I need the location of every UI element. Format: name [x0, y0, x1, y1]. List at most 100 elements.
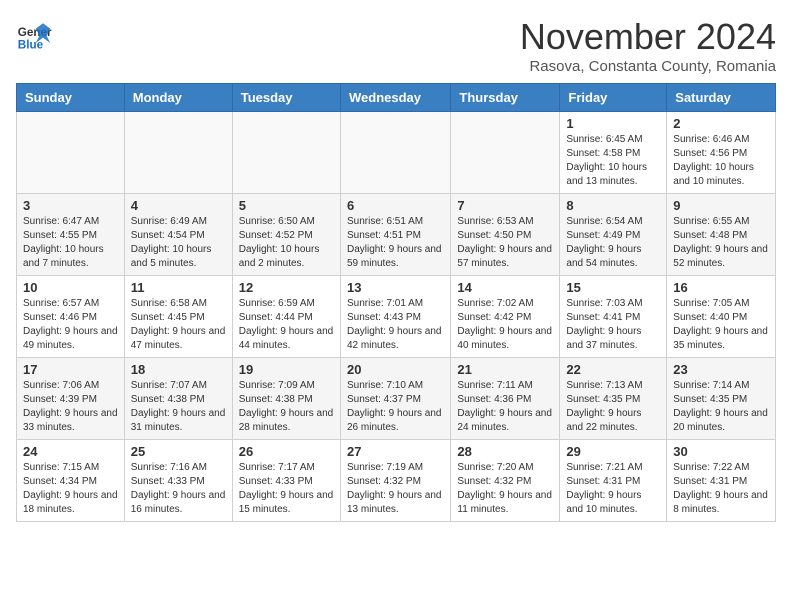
day-number: 20: [347, 362, 444, 377]
day-number: 11: [131, 280, 226, 295]
day-info: Sunrise: 6:47 AM Sunset: 4:55 PM Dayligh…: [23, 215, 118, 271]
calendar-cell: 4Sunrise: 6:49 AM Sunset: 4:54 PM Daylig…: [124, 194, 232, 276]
calendar-cell: 27 Sunrise: 7:19 AM Sunset: 4:32 PM Dayli…: [340, 440, 450, 522]
calendar-cell: 14 Sunrise: 7:02 AM Sunset: 4:42 PM Dayli…: [451, 276, 560, 358]
calendar-cell: 29 Sunrise: 7:21 AM Sunset: 4:31 PM Dayli…: [560, 440, 667, 522]
day-info: Sunrise: 7:05 AM Sunset: 4:40 PM Dayligh…: [673, 297, 769, 353]
calendar-cell: 15 Sunrise: 7:03 AM Sunset: 4:41 PM Dayli…: [560, 276, 667, 358]
day-number: 2: [673, 116, 769, 131]
calendar-week-row: 24 Sunrise: 7:15 AM Sunset: 4:34 PM Dayli…: [17, 440, 776, 522]
weekday-header-row: SundayMondayTuesdayWednesdayThursdayFrid…: [17, 84, 776, 112]
calendar-cell: 20 Sunrise: 7:10 AM Sunset: 4:37 PM Dayli…: [340, 358, 450, 440]
logo-icon: General Blue: [16, 16, 52, 52]
calendar-cell: 3 Sunrise: 6:47 AM Sunset: 4:55 PM Daylig…: [17, 194, 125, 276]
calendar-cell: 22 Sunrise: 7:13 AM Sunset: 4:35 PM Dayli…: [560, 358, 667, 440]
day-number: 17: [23, 362, 118, 377]
day-info: Sunrise: 7:16 AM Sunset: 4:33 PM Dayligh…: [131, 461, 226, 517]
day-number: 12: [239, 280, 334, 295]
day-info: Sunrise: 6:58 AM Sunset: 4:45 PM Dayligh…: [131, 297, 226, 353]
day-number: 29: [566, 444, 660, 459]
day-info: Sunrise: 6:54 AM Sunset: 4:49 PM Dayligh…: [566, 215, 660, 271]
calendar-week-row: 17 Sunrise: 7:06 AM Sunset: 4:39 PM Dayli…: [17, 358, 776, 440]
day-info: Sunrise: 7:02 AM Sunset: 4:42 PM Dayligh…: [457, 297, 553, 353]
calendar-cell: 28Sunrise: 7:20 AM Sunset: 4:32 PM Dayli…: [451, 440, 560, 522]
day-info: Sunrise: 7:19 AM Sunset: 4:32 PM Dayligh…: [347, 461, 444, 517]
day-number: 18: [131, 362, 226, 377]
day-number: 19: [239, 362, 334, 377]
day-number: 24: [23, 444, 118, 459]
weekday-header: Thursday: [451, 84, 560, 112]
calendar-cell: 17 Sunrise: 7:06 AM Sunset: 4:39 PM Dayli…: [17, 358, 125, 440]
calendar-cell: 8Sunrise: 6:54 AM Sunset: 4:49 PM Daylig…: [560, 194, 667, 276]
calendar-cell: 26 Sunrise: 7:17 AM Sunset: 4:33 PM Dayli…: [232, 440, 340, 522]
day-number: 28: [457, 444, 553, 459]
day-info: Sunrise: 6:55 AM Sunset: 4:48 PM Dayligh…: [673, 215, 769, 271]
day-number: 25: [131, 444, 226, 459]
calendar-cell: 21 Sunrise: 7:11 AM Sunset: 4:36 PM Dayli…: [451, 358, 560, 440]
day-info: Sunrise: 6:49 AM Sunset: 4:54 PM Dayligh…: [131, 215, 226, 271]
day-info: Sunrise: 7:10 AM Sunset: 4:37 PM Dayligh…: [347, 379, 444, 435]
page-header: General Blue November 2024 Rasova, Const…: [16, 16, 776, 75]
day-number: 27: [347, 444, 444, 459]
day-number: 23: [673, 362, 769, 377]
calendar-cell: 9Sunrise: 6:55 AM Sunset: 4:48 PM Daylig…: [667, 194, 776, 276]
day-info: Sunrise: 7:17 AM Sunset: 4:33 PM Dayligh…: [239, 461, 334, 517]
location-subtitle: Rasova, Constanta County, Romania: [520, 58, 776, 75]
day-info: Sunrise: 7:07 AM Sunset: 4:38 PM Dayligh…: [131, 379, 226, 435]
day-number: 13: [347, 280, 444, 295]
day-number: 22: [566, 362, 660, 377]
calendar-cell: 6 Sunrise: 6:51 AM Sunset: 4:51 PM Daylig…: [340, 194, 450, 276]
calendar-cell: 25 Sunrise: 7:16 AM Sunset: 4:33 PM Dayli…: [124, 440, 232, 522]
calendar-cell: 23Sunrise: 7:14 AM Sunset: 4:35 PM Dayli…: [667, 358, 776, 440]
day-number: 10: [23, 280, 118, 295]
day-number: 21: [457, 362, 553, 377]
day-number: 15: [566, 280, 660, 295]
day-number: 6: [347, 198, 444, 213]
weekday-header: Friday: [560, 84, 667, 112]
day-number: 3: [23, 198, 118, 213]
calendar-cell: [17, 112, 125, 194]
weekday-header: Tuesday: [232, 84, 340, 112]
day-number: 30: [673, 444, 769, 459]
day-info: Sunrise: 7:03 AM Sunset: 4:41 PM Dayligh…: [566, 297, 660, 353]
day-number: 7: [457, 198, 553, 213]
calendar-cell: 11 Sunrise: 6:58 AM Sunset: 4:45 PM Dayli…: [124, 276, 232, 358]
day-info: Sunrise: 6:59 AM Sunset: 4:44 PM Dayligh…: [239, 297, 334, 353]
day-info: Sunrise: 7:06 AM Sunset: 4:39 PM Dayligh…: [23, 379, 118, 435]
calendar-cell: [232, 112, 340, 194]
calendar-cell: 7Sunrise: 6:53 AM Sunset: 4:50 PM Daylig…: [451, 194, 560, 276]
day-info: Sunrise: 6:57 AM Sunset: 4:46 PM Dayligh…: [23, 297, 118, 353]
day-number: 5: [239, 198, 334, 213]
calendar-cell: [451, 112, 560, 194]
calendar-week-row: 10 Sunrise: 6:57 AM Sunset: 4:46 PM Dayli…: [17, 276, 776, 358]
day-number: 1: [566, 116, 660, 131]
calendar-week-row: 1Sunrise: 6:45 AM Sunset: 4:58 PM Daylig…: [17, 112, 776, 194]
calendar-cell: 13 Sunrise: 7:01 AM Sunset: 4:43 PM Dayli…: [340, 276, 450, 358]
day-info: Sunrise: 7:13 AM Sunset: 4:35 PM Dayligh…: [566, 379, 660, 435]
day-info: Sunrise: 7:22 AM Sunset: 4:31 PM Dayligh…: [673, 461, 769, 517]
day-info: Sunrise: 6:51 AM Sunset: 4:51 PM Dayligh…: [347, 215, 444, 271]
weekday-header: Saturday: [667, 84, 776, 112]
day-number: 16: [673, 280, 769, 295]
weekday-header: Monday: [124, 84, 232, 112]
day-info: Sunrise: 7:21 AM Sunset: 4:31 PM Dayligh…: [566, 461, 660, 517]
day-info: Sunrise: 7:01 AM Sunset: 4:43 PM Dayligh…: [347, 297, 444, 353]
calendar-week-row: 3 Sunrise: 6:47 AM Sunset: 4:55 PM Daylig…: [17, 194, 776, 276]
calendar-cell: 18 Sunrise: 7:07 AM Sunset: 4:38 PM Dayli…: [124, 358, 232, 440]
calendar-cell: 24 Sunrise: 7:15 AM Sunset: 4:34 PM Dayli…: [17, 440, 125, 522]
calendar-cell: 1Sunrise: 6:45 AM Sunset: 4:58 PM Daylig…: [560, 112, 667, 194]
day-info: Sunrise: 7:15 AM Sunset: 4:34 PM Dayligh…: [23, 461, 118, 517]
calendar-cell: 19Sunrise: 7:09 AM Sunset: 4:38 PM Dayli…: [232, 358, 340, 440]
day-info: Sunrise: 7:11 AM Sunset: 4:36 PM Dayligh…: [457, 379, 553, 435]
day-info: Sunrise: 6:50 AM Sunset: 4:52 PM Dayligh…: [239, 215, 334, 271]
svg-text:Blue: Blue: [18, 38, 44, 51]
calendar-table: SundayMondayTuesdayWednesdayThursdayFrid…: [16, 83, 776, 522]
weekday-header: Sunday: [17, 84, 125, 112]
calendar-cell: 5 Sunrise: 6:50 AM Sunset: 4:52 PM Daylig…: [232, 194, 340, 276]
day-number: 14: [457, 280, 553, 295]
day-info: Sunrise: 6:46 AM Sunset: 4:56 PM Dayligh…: [673, 133, 769, 189]
day-number: 26: [239, 444, 334, 459]
calendar-cell: 2 Sunrise: 6:46 AM Sunset: 4:56 PM Daylig…: [667, 112, 776, 194]
weekday-header: Wednesday: [340, 84, 450, 112]
title-block: November 2024 Rasova, Constanta County, …: [520, 16, 776, 75]
